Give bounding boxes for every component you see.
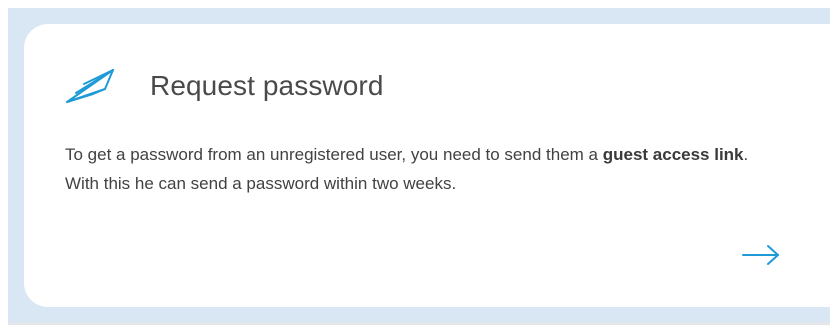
card-title: Request password [150,70,384,101]
guest-access-link-text: guest access link [602,145,744,164]
proceed-button[interactable] [739,237,783,273]
paper-plane-icon [66,69,114,103]
card-description: To get a password from an unregistered u… [65,140,765,198]
arrow-right-icon [742,245,779,265]
description-text-start: To get a password from an unregistered u… [65,145,603,164]
request-password-card[interactable]: Request password To get a password from … [24,24,830,307]
card-header: Request password [64,64,384,108]
